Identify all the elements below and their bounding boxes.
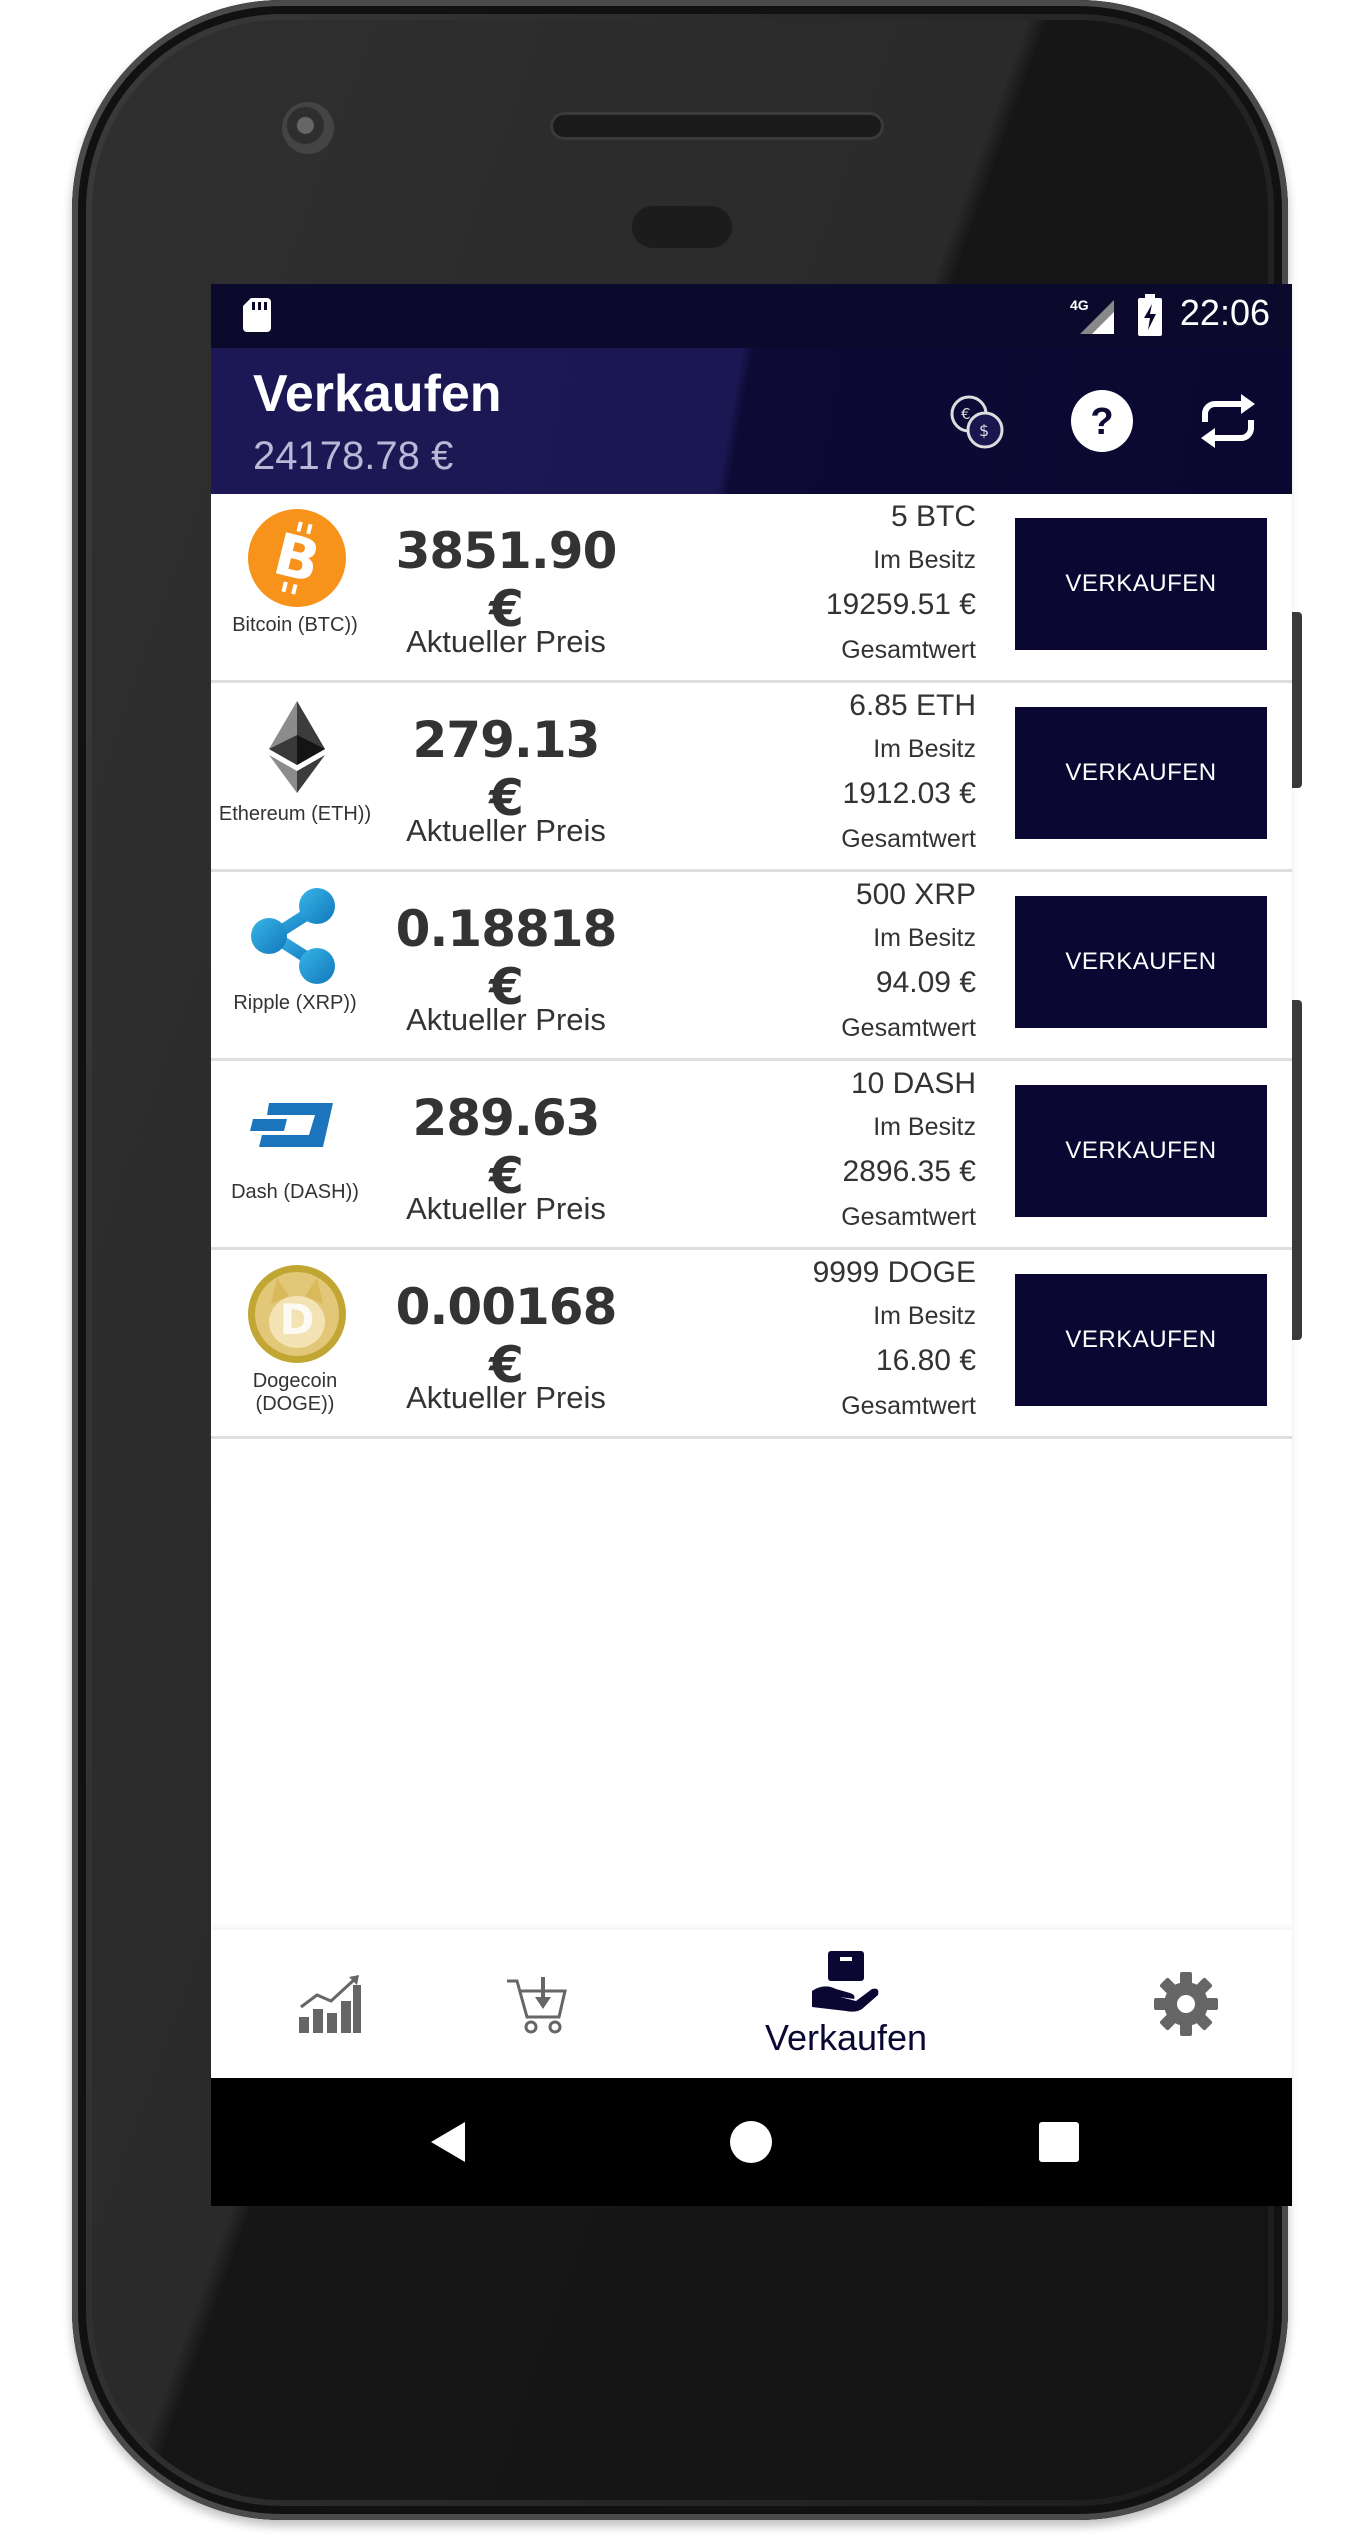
coin-name: Dogecoin (DOGE)): [252, 1370, 338, 1415]
nav-item-settings[interactable]: [1131, 1930, 1241, 2078]
page-title: Verkaufen: [253, 365, 502, 423]
svg-text:?: ?: [1090, 401, 1113, 443]
list-item: B Bitcoin (BTC)) 3851.90 € Aktueller Pre…: [211, 494, 1292, 683]
coin-name: Bitcoin (BTC)): [232, 614, 358, 636]
current-price-label: Aktueller Preis: [406, 1191, 606, 1226]
phone-frame: 4G 22:06 Verkaufen 24178.78 € € $ ? B Bi…: [72, 0, 1302, 2520]
current-price-label: Aktueller Preis: [406, 1002, 606, 1037]
battery-charging-icon: [1138, 294, 1162, 336]
total-value-label: Gesamtwert: [841, 1203, 976, 1231]
svg-text:€: €: [961, 405, 971, 423]
coin-list: B Bitcoin (BTC)) 3851.90 € Aktueller Pre…: [211, 494, 1292, 1439]
current-price-label: Aktueller Preis: [406, 813, 606, 848]
status-time: 22:06: [1179, 292, 1270, 333]
screen: 4G 22:06 Verkaufen 24178.78 € € $ ? B Bi…: [211, 284, 1292, 2206]
current-price: 289.63 €: [412, 1089, 601, 1205]
total-value: 94.09 €: [875, 966, 976, 999]
list-item: D Dogecoin (DOGE)) 0.00168 € Aktueller P…: [211, 1250, 1292, 1439]
list-item: Dash (DASH)) 289.63 € Aktueller Preis 10…: [211, 1061, 1292, 1250]
sell-button[interactable]: VERKAUFEN: [1015, 707, 1267, 839]
current-price-label: Aktueller Preis: [406, 1380, 606, 1415]
home-icon[interactable]: [725, 2116, 777, 2168]
owned-label: Im Besitz: [873, 546, 976, 574]
list-item: Ripple (XRP)) 0.18818 € Aktueller Preis …: [211, 872, 1292, 1061]
proximity-sensor: [632, 206, 732, 248]
help-icon[interactable]: ?: [1067, 386, 1137, 456]
current-price: 0.00168 €: [395, 1278, 618, 1394]
current-price: 0.18818 €: [395, 900, 618, 1016]
coin-name: Ethereum (ETH)): [218, 803, 372, 825]
currency-exchange-icon[interactable]: € $: [941, 386, 1011, 456]
current-price: 279.13 €: [412, 711, 601, 827]
svg-text:$: $: [979, 421, 989, 440]
network-type: 4G: [1070, 297, 1089, 313]
owned-amount: 6.85 ETH: [849, 689, 976, 722]
front-camera: [282, 102, 334, 154]
sell-button[interactable]: VERKAUFEN: [1015, 896, 1267, 1028]
bottom-navigation: Verkaufen: [211, 1930, 1292, 2078]
sd-card-icon: [243, 298, 271, 332]
sell-button[interactable]: VERKAUFEN: [1015, 1085, 1267, 1217]
earpiece-speaker: [550, 112, 884, 140]
total-value: 2896.35 €: [842, 1155, 976, 1188]
owned-label: Im Besitz: [873, 924, 976, 952]
nav-label-sell: Verkaufen: [764, 2017, 928, 2058]
owned-label: Im Besitz: [873, 1113, 976, 1141]
list-item: Ethereum (ETH)) 279.13 € Aktueller Preis…: [211, 683, 1292, 872]
coin-name: Dash (DASH)): [231, 1181, 359, 1203]
refresh-icon[interactable]: [1193, 386, 1263, 456]
total-value: 19259.51 €: [825, 588, 976, 621]
total-value-label: Gesamtwert: [841, 1392, 976, 1420]
portfolio-total: 24178.78 €: [253, 434, 454, 478]
total-value-label: Gesamtwert: [841, 825, 976, 853]
total-value: 1912.03 €: [842, 777, 976, 810]
sell-button[interactable]: VERKAUFEN: [1015, 518, 1267, 650]
nav-item-portfolio[interactable]: [275, 1930, 385, 2078]
owned-label: Im Besitz: [873, 735, 976, 763]
svg-text:D: D: [280, 1295, 315, 1344]
total-value-label: Gesamtwert: [841, 636, 976, 664]
system-navigation-bar: [211, 2078, 1292, 2206]
cart-icon: [507, 1977, 567, 2034]
dogecoin-icon: D: [248, 1265, 346, 1363]
owned-amount: 10 DASH: [850, 1067, 976, 1100]
owned-amount: 500 XRP: [855, 878, 976, 911]
ripple-icon: [251, 888, 335, 984]
status-bar: 4G 22:06: [211, 284, 1292, 348]
current-price: 3851.90 €: [395, 522, 618, 638]
coin-name: Ripple (XRP)): [233, 992, 357, 1014]
dash-icon: [250, 1103, 333, 1147]
owned-label: Im Besitz: [873, 1302, 976, 1330]
nav-item-buy[interactable]: [483, 1930, 593, 2078]
settings-icon: [1154, 1972, 1218, 2036]
ethereum-icon: [269, 701, 325, 793]
bitcoin-icon: B: [248, 509, 346, 607]
sell-button[interactable]: VERKAUFEN: [1015, 1274, 1267, 1406]
sell-icon: [812, 1951, 879, 2012]
total-value: 16.80 €: [875, 1344, 976, 1377]
back-icon[interactable]: [425, 2116, 477, 2168]
total-value-label: Gesamtwert: [841, 1014, 976, 1042]
chart-icon: [299, 1975, 361, 2033]
nav-item-sell[interactable]: Verkaufen: [751, 1930, 941, 2078]
recent-apps-icon[interactable]: [1033, 2116, 1085, 2168]
owned-amount: 9999 DOGE: [812, 1256, 976, 1289]
owned-amount: 5 BTC: [890, 500, 976, 533]
app-bar: Verkaufen 24178.78 € € $ ?: [211, 348, 1292, 494]
signal-4g-icon: 4G: [1070, 297, 1114, 334]
current-price-label: Aktueller Preis: [406, 624, 606, 659]
